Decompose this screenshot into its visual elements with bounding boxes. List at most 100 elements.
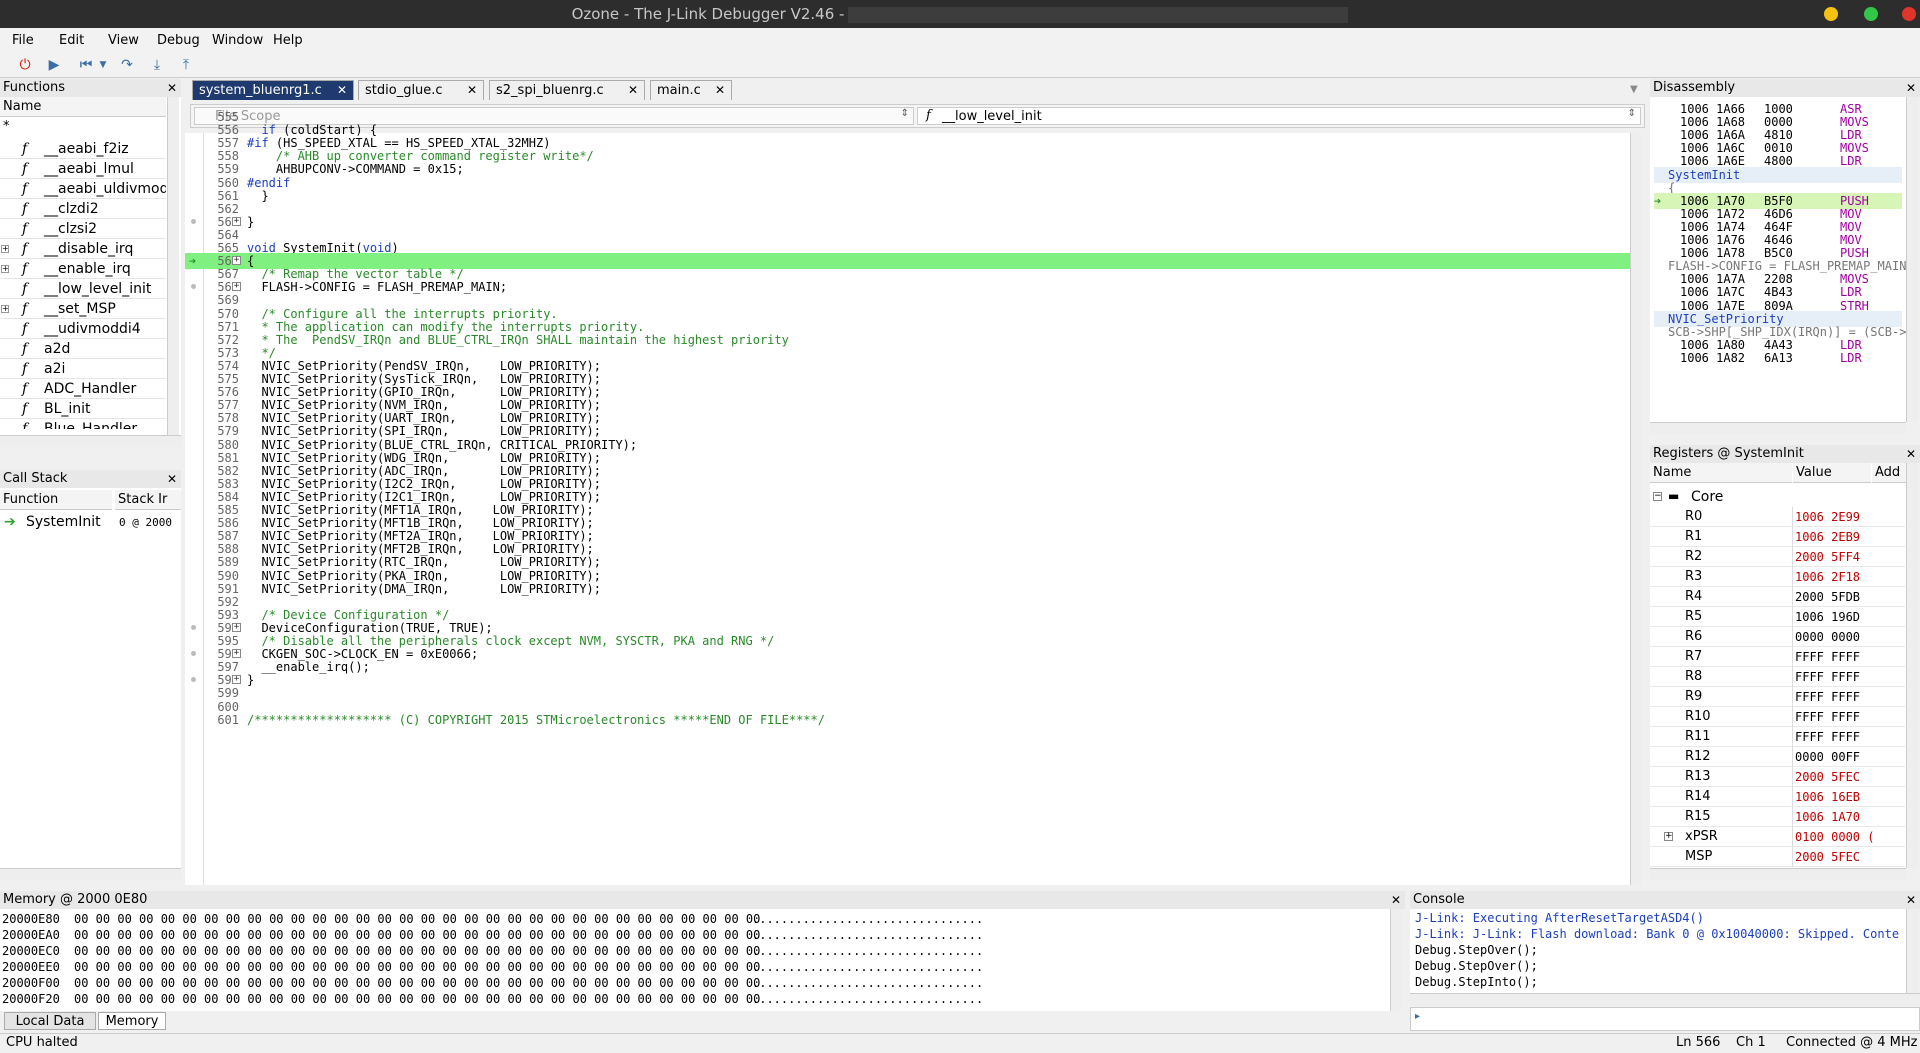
register-row[interactable]: R9 FFFF FFFF xyxy=(1650,687,1905,707)
tab-main[interactable]: main.c ✕ xyxy=(650,80,732,100)
register-row[interactable]: R4 2000 5FDB xyxy=(1650,587,1905,607)
register-row[interactable]: + xPSR 0100 0000 ( xyxy=(1650,827,1905,847)
function-item[interactable]: f __low_level_init xyxy=(0,279,166,299)
register-row[interactable]: R13 2000 5FEC xyxy=(1650,767,1905,787)
register-value[interactable]: FFFF FFFF xyxy=(1795,707,1860,727)
menu-file[interactable]: File xyxy=(12,33,34,48)
function-item[interactable]: f __clzdi2 xyxy=(0,199,166,219)
function-item[interactable]: + f __enable_irq xyxy=(0,259,166,279)
register-value[interactable]: 0000 00FF xyxy=(1795,747,1860,767)
callstack-stack-column[interactable]: Stack Ir xyxy=(115,490,181,510)
memory-vscroll[interactable] xyxy=(1390,909,1402,1011)
expand-icon[interactable]: + xyxy=(1664,832,1673,841)
close-icon[interactable]: ✕ xyxy=(1391,891,1401,909)
memory-bytes[interactable]: 00 00 00 00 00 00 00 00 00 00 00 00 00 0… xyxy=(74,991,760,1007)
breakpoint-slot-icon[interactable] xyxy=(191,284,196,290)
register-value[interactable]: 1006 2E99 xyxy=(1795,507,1860,527)
register-value[interactable]: FFFF FFFF xyxy=(1795,667,1860,687)
disassembly-hscroll[interactable] xyxy=(1650,422,1906,434)
fold-icon[interactable]: + xyxy=(232,622,241,632)
function-item[interactable]: f a2i xyxy=(0,359,166,379)
memory-bytes[interactable]: 00 00 00 00 00 00 00 00 00 00 00 00 00 0… xyxy=(74,927,760,943)
tab-menu-icon[interactable]: ▼ xyxy=(1630,84,1638,95)
menu-edit[interactable]: Edit xyxy=(59,33,84,48)
close-window-button[interactable] xyxy=(1902,7,1916,21)
callstack-function-column[interactable]: Function xyxy=(0,490,112,510)
memory-row[interactable]: 20000F20 00 00 00 00 00 00 00 00 00 00 00… xyxy=(2,991,983,1007)
fold-icon[interactable]: + xyxy=(232,649,241,659)
register-row[interactable]: R10 FFFF FFFF xyxy=(1650,707,1905,727)
memory-row[interactable]: 20000EC0 00 00 00 00 00 00 00 00 00 00 00… xyxy=(2,943,983,959)
console-hscroll[interactable] xyxy=(1410,993,1920,1005)
close-icon[interactable]: ✕ xyxy=(1906,891,1916,909)
close-icon[interactable]: ✕ xyxy=(167,470,177,488)
close-icon[interactable]: ✕ xyxy=(167,79,177,97)
minimize-button[interactable] xyxy=(1824,7,1838,21)
register-row[interactable]: R5 1006 196D xyxy=(1650,607,1905,627)
function-item[interactable]: f BL_init xyxy=(0,399,166,419)
menu-debug[interactable]: Debug xyxy=(157,33,200,48)
expand-icon[interactable]: + xyxy=(1,305,9,313)
breakpoint-slot-icon[interactable] xyxy=(191,624,196,630)
code-line[interactable]: 601 /******************* (C) COPYRIGHT 20… xyxy=(185,712,1630,728)
disassembly-vscroll[interactable] xyxy=(1906,97,1918,422)
functions-name-column[interactable]: Name xyxy=(0,97,166,117)
editor-vscroll[interactable] xyxy=(1630,133,1642,885)
register-row[interactable]: R1 1006 2EB9 xyxy=(1650,527,1905,547)
console-vscroll[interactable] xyxy=(1906,909,1918,993)
continue-icon[interactable]: ▶ xyxy=(44,56,64,74)
close-icon[interactable]: ✕ xyxy=(1906,445,1916,463)
expand-icon[interactable]: + xyxy=(1,265,9,273)
menu-window[interactable]: Window xyxy=(212,33,263,48)
fold-icon[interactable]: + xyxy=(232,282,241,292)
power-icon[interactable]: ⏻ xyxy=(15,56,35,74)
fold-icon[interactable]: + xyxy=(232,675,241,685)
function-item[interactable]: f a2d xyxy=(0,339,166,359)
register-value[interactable]: 0000 0000 xyxy=(1795,627,1860,647)
menu-view[interactable]: View xyxy=(108,33,139,48)
breakpoint-slot-icon[interactable] xyxy=(191,651,196,657)
callstack-row[interactable]: ➔ SystemInit 0 @ 2000 xyxy=(0,512,181,532)
maximize-button[interactable] xyxy=(1864,7,1878,21)
close-icon[interactable]: ✕ xyxy=(337,81,347,100)
register-row[interactable]: R2 2000 5FF4 xyxy=(1650,547,1905,567)
tab-local-data[interactable]: Local Data xyxy=(4,1012,96,1030)
function-item[interactable]: f __aeabi_lmul xyxy=(0,159,166,179)
function-item[interactable]: + f __set_MSP xyxy=(0,299,166,319)
step-out-icon[interactable]: ⤒ xyxy=(176,56,196,74)
register-row[interactable]: R8 FFFF FFFF xyxy=(1650,667,1905,687)
register-value[interactable]: 2000 5FEC xyxy=(1795,767,1860,787)
function-item[interactable]: f __udivmoddi4 xyxy=(0,319,166,339)
register-value[interactable]: FFFF FFFF xyxy=(1795,647,1860,667)
tab-s2-spi-bluenrg[interactable]: s2_spi_bluenrg.c ✕ xyxy=(489,80,645,100)
registers-vscroll[interactable] xyxy=(1906,463,1918,868)
collapse-icon[interactable]: − xyxy=(1653,492,1662,501)
register-row[interactable]: R14 1006 16EB xyxy=(1650,787,1905,807)
register-row[interactable]: R7 FFFF FFFF xyxy=(1650,647,1905,667)
memory-bytes[interactable]: 00 00 00 00 00 00 00 00 00 00 00 00 00 0… xyxy=(74,959,760,975)
register-value[interactable]: 1006 2EB9 xyxy=(1795,527,1860,547)
function-item[interactable]: f __clzsi2 xyxy=(0,219,166,239)
function-item[interactable]: f __aeabi_f2iz xyxy=(0,139,166,159)
callstack-hscroll[interactable] xyxy=(0,868,181,880)
register-row[interactable]: R12 0000 00FF xyxy=(1650,747,1905,767)
breakpoint-slot-icon[interactable] xyxy=(191,218,196,224)
register-row[interactable]: R3 1006 2F18 xyxy=(1650,567,1905,587)
register-group-core[interactable]: − ▬ Core xyxy=(1650,487,1906,507)
memory-row[interactable]: 20000F00 00 00 00 00 00 00 00 00 00 00 00… xyxy=(2,975,983,991)
register-value[interactable]: 1006 2F18 xyxy=(1795,567,1860,587)
functions-vscroll[interactable] xyxy=(167,97,179,447)
register-row[interactable]: R15 1006 1A70 xyxy=(1650,807,1905,827)
breakpoint-slot-icon[interactable] xyxy=(191,677,196,683)
register-value[interactable]: FFFF FFFF xyxy=(1795,687,1860,707)
registers-address-column[interactable]: Add xyxy=(1872,463,1906,483)
register-row[interactable]: R0 1006 2E99 xyxy=(1650,507,1905,527)
register-row[interactable]: R6 0000 0000 xyxy=(1650,627,1905,647)
tab-stdio-glue[interactable]: stdio_glue.c ✕ xyxy=(358,80,484,100)
close-icon[interactable]: ✕ xyxy=(628,81,638,100)
step-over-icon[interactable]: ↷ xyxy=(117,56,137,74)
register-value[interactable]: 0100 0000 ( xyxy=(1795,827,1874,847)
registers-value-column[interactable]: Value xyxy=(1793,463,1871,483)
step-into-icon[interactable]: ⤓ xyxy=(147,56,167,74)
registers-hscroll[interactable] xyxy=(1650,868,1906,880)
